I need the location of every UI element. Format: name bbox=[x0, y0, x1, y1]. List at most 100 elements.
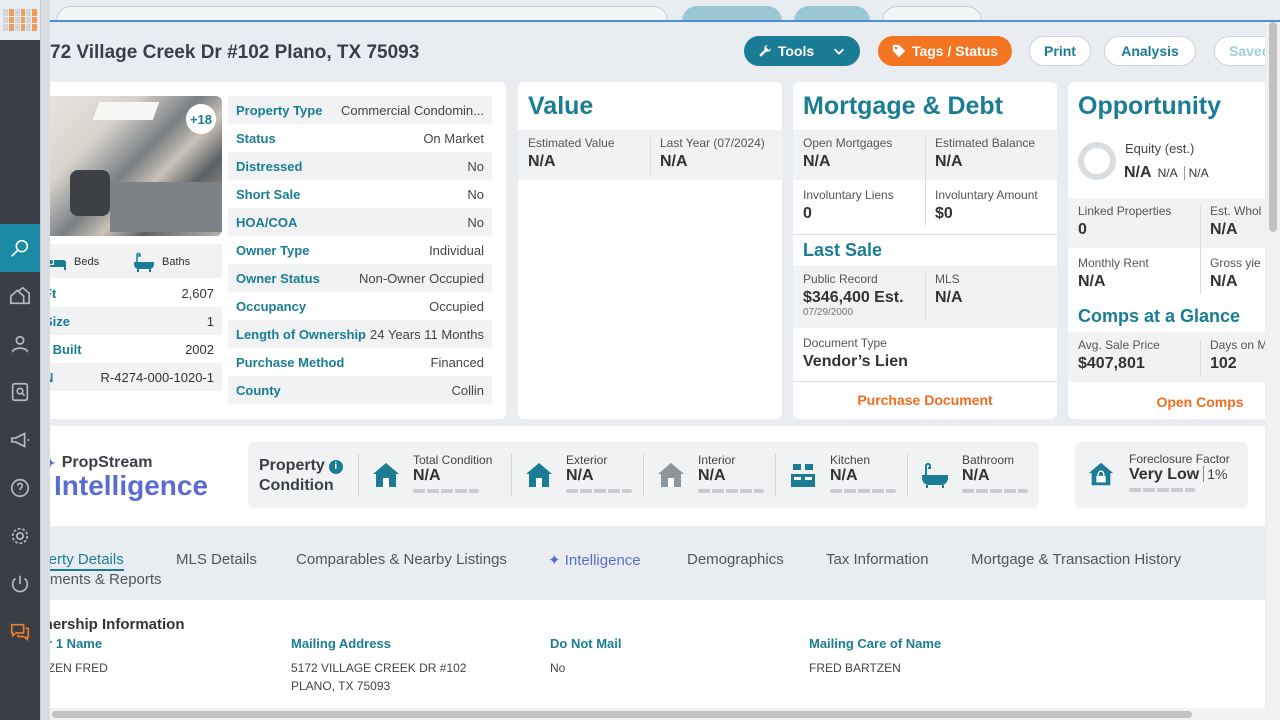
bathtub-icon bbox=[134, 252, 154, 272]
owner-name-label: ner 1 Name bbox=[50, 636, 103, 651]
apn-label: N bbox=[50, 370, 53, 385]
analysis-button[interactable]: Analysis bbox=[1104, 36, 1196, 66]
vertical-scroll-thumb[interactable] bbox=[1269, 22, 1277, 232]
avg-sale-price-label: Avg. Sale Price bbox=[1078, 338, 1160, 352]
propstream-intelligence-brand: ✦PropStream Intelligence bbox=[50, 454, 208, 502]
exterior-bar bbox=[566, 489, 632, 493]
mortgage-title: Mortgage & Debt bbox=[803, 92, 1003, 120]
kitchen-label: Kitchen bbox=[830, 453, 871, 467]
propstream-logo[interactable] bbox=[0, 0, 40, 40]
exterior-label: Exterior bbox=[566, 453, 608, 467]
tab-mls-details[interactable]: MLS Details bbox=[176, 551, 257, 568]
involuntary-liens-label: Involuntary Liens bbox=[803, 188, 894, 202]
kitchen-bar bbox=[830, 489, 896, 493]
beds-baths-row: Beds Baths bbox=[50, 244, 222, 278]
vertical-scrollbar[interactable] bbox=[1266, 22, 1280, 720]
ownership-information-section: wnership Information ner 1 Name RTZEN FR… bbox=[50, 600, 1265, 712]
property-type-row: Property Type Commercial Condomin... bbox=[228, 96, 492, 124]
horizontal-scrollbar[interactable] bbox=[50, 708, 1266, 720]
tab-documents-reports[interactable]: cuments & Reports bbox=[50, 571, 162, 588]
top-search-bar bbox=[50, 0, 1280, 22]
county-label: County bbox=[236, 382, 281, 398]
lot-size-value: 1 bbox=[206, 313, 214, 329]
tab-tax-information[interactable]: Tax Information bbox=[826, 551, 929, 568]
county-value: Collin bbox=[451, 382, 484, 398]
distressed-value: No bbox=[467, 158, 484, 174]
print-button[interactable]: Print bbox=[1029, 36, 1091, 66]
logout-power-icon[interactable] bbox=[0, 560, 40, 608]
baths-label: Baths bbox=[162, 256, 191, 268]
bathroom-icon bbox=[922, 462, 948, 488]
ownership-length-value: 24 Years 11 Months bbox=[370, 326, 484, 342]
monthly-rent-value: N/A bbox=[1078, 273, 1106, 290]
value-card: Value Estimated Value N/A Last Year (07/… bbox=[518, 82, 782, 419]
est-wholesale-value: N/A bbox=[1210, 221, 1238, 238]
lot-size-row: Size 1 bbox=[50, 307, 222, 335]
opportunity-title: Opportunity bbox=[1078, 92, 1222, 120]
properties-icon[interactable] bbox=[0, 272, 40, 320]
linked-properties-value: 0 bbox=[1078, 221, 1087, 238]
tab-intelligence[interactable]: ✦ Intelligence bbox=[548, 551, 641, 569]
saved-button[interactable]: Saved bbox=[1214, 36, 1265, 66]
property-condition-panel: Property i Condition Total Condition N/A … bbox=[248, 442, 1039, 508]
interior-label: Interior bbox=[698, 453, 736, 467]
year-built-value: 2002 bbox=[185, 341, 214, 357]
foreclosure-factor-percent: 1% bbox=[1203, 466, 1227, 482]
mls-value: N/A bbox=[935, 289, 963, 306]
tab-mortgage-history[interactable]: Mortgage & Transaction History bbox=[971, 551, 1181, 568]
mailing-care-value: FRED BARTZEN bbox=[809, 661, 901, 675]
settings-gear-icon[interactable] bbox=[0, 512, 40, 560]
mailing-address-label: Mailing Address bbox=[291, 636, 391, 651]
bathroom-label: Bathroom bbox=[962, 453, 1015, 467]
hoa-value: No bbox=[467, 214, 484, 230]
tab-property-details[interactable]: operty Details bbox=[50, 551, 124, 571]
lists-search-icon[interactable] bbox=[0, 368, 40, 416]
document-type-value: Vendor’s Lien bbox=[803, 353, 908, 370]
public-record-value: $346,400 Est. bbox=[803, 289, 904, 306]
sparkle-icon: ✦ bbox=[548, 552, 565, 569]
total-condition-value: N/A bbox=[413, 467, 441, 484]
tab-demographics[interactable]: Demographics bbox=[687, 551, 784, 568]
involuntary-amount-value: $0 bbox=[935, 205, 953, 222]
foreclosure-factor-label: Foreclosure Factor bbox=[1129, 452, 1230, 466]
property-type-label: Property Type bbox=[236, 102, 323, 118]
gross-yield-value: N/A bbox=[1210, 273, 1238, 290]
sparkle-icon: ✦ bbox=[50, 455, 56, 472]
help-icon[interactable] bbox=[0, 464, 40, 512]
apn-value: R-4274-000-1020-1 bbox=[100, 369, 214, 385]
bathroom-bar bbox=[962, 489, 1028, 493]
foreclosure-factor-bar bbox=[1129, 488, 1195, 492]
avg-sale-price-value: $407,801 bbox=[1078, 355, 1145, 372]
estimated-balance-value: N/A bbox=[935, 153, 963, 170]
chat-support-icon[interactable] bbox=[0, 608, 40, 656]
do-not-mail-label: Do Not Mail bbox=[550, 636, 622, 651]
tab-comparables[interactable]: Comparables & Nearby Listings bbox=[296, 551, 507, 568]
property-facts-table: Property Type Commercial Condomin... Stat… bbox=[228, 96, 492, 404]
short-sale-value: No bbox=[467, 186, 484, 202]
house-interior-icon bbox=[658, 463, 684, 487]
more-photos-badge[interactable]: +18 bbox=[186, 104, 216, 134]
purchase-document-link[interactable]: Purchase Document bbox=[793, 392, 1057, 408]
interior-value: N/A bbox=[698, 467, 726, 484]
hoa-row: HOA/COA No bbox=[228, 208, 492, 236]
foreclosure-factor-value: Very Low bbox=[1129, 466, 1200, 483]
opportunity-card: Opportunity Equity (est.) N/A N/A N/A Li… bbox=[1068, 82, 1265, 419]
property-photo[interactable]: +18 bbox=[50, 96, 222, 236]
tags-status-button[interactable]: Tags / Status bbox=[878, 36, 1012, 66]
do-not-mail-value: No bbox=[550, 661, 566, 675]
open-comps-link[interactable]: Open Comps bbox=[1068, 394, 1265, 410]
property-address: 72 Village Creek Dr #102 Plano, TX 75093 bbox=[50, 42, 420, 63]
occupancy-label: Occupancy bbox=[236, 298, 307, 314]
days-on-market-label: Days on M bbox=[1210, 338, 1265, 352]
estimated-balance-label: Estimated Balance bbox=[935, 136, 1036, 150]
last-year-cell: Last Year (07/2024) N/A bbox=[650, 130, 782, 180]
info-icon[interactable]: i bbox=[328, 460, 343, 474]
ownership-title: wnership Information bbox=[50, 616, 185, 633]
search-icon[interactable] bbox=[0, 224, 40, 272]
marketing-megaphone-icon[interactable] bbox=[0, 416, 40, 464]
contacts-icon[interactable] bbox=[0, 320, 40, 368]
horizontal-scroll-thumb[interactable] bbox=[52, 711, 1192, 718]
last-year-label: Last Year (07/2024) bbox=[660, 136, 765, 150]
status-row: Status On Market bbox=[228, 124, 492, 152]
tools-button[interactable]: Tools bbox=[744, 36, 860, 66]
